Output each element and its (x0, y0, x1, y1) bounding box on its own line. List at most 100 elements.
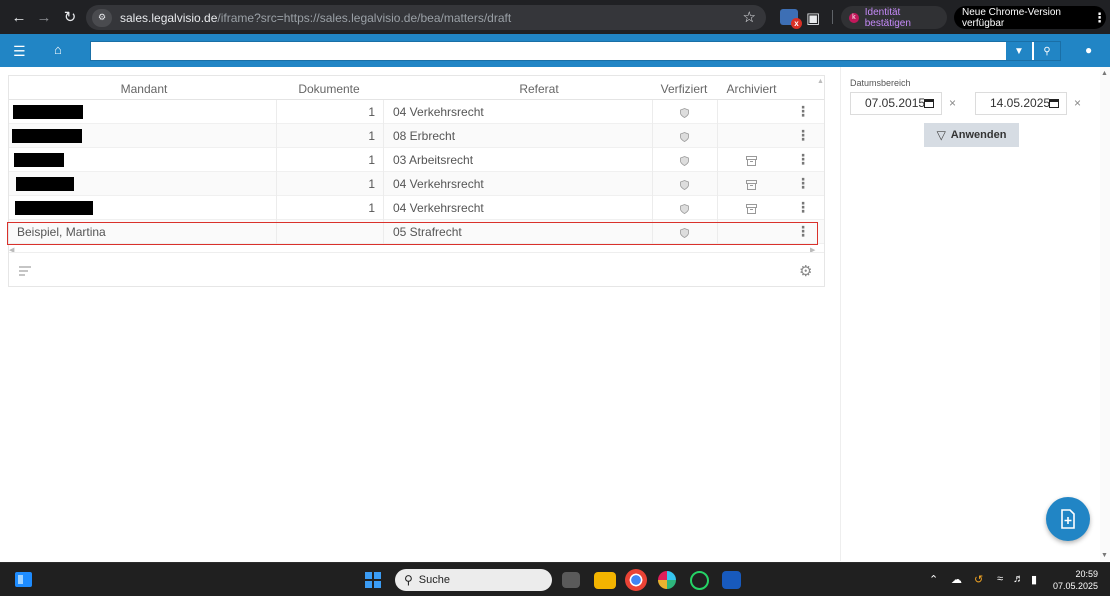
whatsapp-icon[interactable] (690, 571, 709, 590)
user-icon[interactable]: ● (1085, 43, 1092, 57)
sync-icon[interactable]: ↺ (974, 573, 983, 586)
profile-icon: k (849, 12, 859, 23)
search-input[interactable] (91, 42, 1005, 60)
matters-table: Mandant Dokumente Referat Verfiziert Arc… (8, 75, 825, 287)
column-divider (652, 148, 653, 172)
task-view-icon[interactable] (562, 572, 580, 588)
table-row[interactable]: 1 04 Verkehrsrecht ⋮ (9, 100, 824, 124)
column-divider (717, 100, 718, 124)
scroll-up-icon[interactable]: ▲ (1101, 70, 1108, 77)
chrome-icon[interactable] (625, 569, 647, 591)
apply-filter-button[interactable]: ▽ Anwenden (924, 123, 1019, 147)
clock-time: 20:59 (1075, 569, 1098, 579)
settings-gear-icon[interactable]: ⚙ (799, 262, 812, 280)
start-icon[interactable] (365, 572, 381, 588)
verified-shield-icon (680, 131, 689, 142)
cell-referat: 03 Arbeitsrecht (393, 153, 474, 167)
scroll-up-arrow-icon[interactable]: ▲ (817, 78, 824, 85)
redacted-mandant (14, 153, 64, 167)
browser-toolbar: ← → ↻ ⚙ sales.legalvisio.de/iframe?src=h… (0, 0, 1110, 34)
search-icon[interactable]: ⚲ (1033, 42, 1060, 60)
column-header-dokumente[interactable]: Dokumente (279, 82, 379, 96)
calendar-icon[interactable] (924, 99, 934, 108)
archive-icon (746, 203, 757, 214)
row-actions-icon[interactable]: ⋮ (796, 100, 810, 124)
verified-shield-icon (680, 179, 689, 190)
column-divider (717, 124, 718, 148)
file-explorer-icon[interactable] (594, 572, 616, 589)
row-actions-icon[interactable]: ⋮ (796, 172, 810, 196)
new-document-icon (1061, 509, 1075, 529)
word-icon[interactable] (722, 571, 741, 589)
taskbar-search-label: Suche (418, 574, 450, 586)
tray-chevron-icon[interactable]: ⌃ (929, 573, 938, 586)
global-search: ▼ ⚲ (90, 41, 1061, 61)
column-divider (717, 172, 718, 196)
archive-icon (746, 179, 757, 190)
cell-dokumente: 1 (368, 153, 375, 167)
page-scrollbar[interactable]: ▲ ▼ (1100, 67, 1110, 561)
back-icon[interactable]: ← (5, 3, 33, 31)
more-vert-icon: ⋮ (1093, 9, 1106, 25)
identity-button[interactable]: k Identität bestätigen (841, 6, 947, 29)
archive-icon (746, 155, 757, 166)
cell-referat: 04 Verkehrsrecht (393, 201, 484, 215)
url-host: sales.legalvisio.de (120, 10, 218, 25)
date-from-input[interactable]: 07.05.2015 (850, 92, 942, 115)
row-actions-icon[interactable]: ⋮ (796, 148, 810, 172)
slack-icon[interactable] (658, 571, 676, 589)
new-document-button[interactable] (1046, 497, 1090, 541)
table-row[interactable]: 1 08 Erbrecht ⋮ (9, 124, 824, 148)
column-header-verfiziert[interactable]: Verfiziert (659, 82, 709, 96)
taskbar-search[interactable]: ⚲ Suche (395, 569, 552, 591)
battery-icon[interactable]: ▮ (1031, 573, 1037, 586)
date-from-value: 07.05.2015 (865, 96, 926, 110)
date-to-input[interactable]: 14.05.2025 (975, 92, 1067, 115)
cell-referat: 04 Verkehrsrecht (393, 177, 484, 191)
windows-taskbar: ⚲ Suche ⌃ ☁ ↺ ≈ ♬ ▮ 20:59 07.05.2025 (0, 562, 1110, 596)
column-header-mandant[interactable]: Mandant (69, 82, 219, 96)
widgets-icon[interactable] (15, 572, 32, 587)
scroll-down-icon[interactable]: ▼ (1101, 552, 1108, 559)
column-divider (383, 100, 384, 124)
redacted-mandant (13, 105, 83, 119)
url-path: /iframe?src=https://sales.legalvisio.de/… (217, 10, 512, 25)
column-divider (652, 100, 653, 124)
clear-date-to-icon[interactable]: × (1074, 96, 1081, 110)
hamburger-menu-icon[interactable]: ☰ (13, 43, 26, 60)
app-header: ☰ ⌂ ▼ ⚲ ● (0, 34, 1110, 67)
extension-icon[interactable]: x (780, 9, 802, 29)
row-actions-icon[interactable]: ⋮ (796, 124, 810, 148)
site-info-icon[interactable]: ⚙ (92, 8, 112, 27)
calendar-icon[interactable] (1049, 99, 1059, 108)
onedrive-icon[interactable]: ☁ (951, 573, 962, 586)
clear-date-from-icon[interactable]: × (949, 96, 956, 110)
table-row[interactable]: 1 03 Arbeitsrecht ⋮ (9, 148, 824, 172)
filter-icon[interactable]: ▼ (1005, 42, 1032, 60)
update-label: Neue Chrome-Version verfügbar (962, 6, 1061, 29)
table-row[interactable]: 1 04 Verkehrsrecht ⋮ (9, 196, 824, 220)
column-divider (383, 172, 384, 196)
column-header-archiviert[interactable]: Archiviert (724, 82, 779, 96)
wifi-icon[interactable]: ≈ (997, 573, 1003, 585)
system-clock[interactable]: 20:59 07.05.2025 (1052, 568, 1098, 592)
reload-icon[interactable]: ↻ (56, 3, 84, 31)
column-divider (383, 196, 384, 220)
column-divider (717, 196, 718, 220)
volume-icon[interactable]: ♬ (1013, 573, 1024, 585)
cell-dokumente: 1 (368, 129, 375, 143)
home-icon[interactable]: ⌂ (54, 42, 62, 57)
row-actions-icon[interactable]: ⋮ (796, 196, 810, 220)
column-chooser-icon[interactable] (19, 266, 31, 278)
cell-dokumente: 1 (368, 201, 375, 215)
column-header-referat[interactable]: Referat (429, 82, 649, 96)
table-row[interactable]: 1 04 Verkehrsrecht ⋮ (9, 172, 824, 196)
bookmark-star-icon[interactable]: ☆ (743, 8, 756, 26)
address-bar[interactable]: ⚙ sales.legalvisio.de/iframe?src=https:/… (86, 5, 766, 30)
extensions-puzzle-icon[interactable]: ▣ (806, 9, 824, 27)
url-text[interactable]: sales.legalvisio.de/iframe?src=https://s… (120, 11, 511, 25)
extension-error-badge: x (791, 18, 802, 29)
cell-referat: 08 Erbrecht (393, 129, 456, 143)
forward-icon[interactable]: → (30, 3, 58, 31)
chrome-update-button[interactable]: Neue Chrome-Version verfügbar ⋮ (954, 6, 1106, 29)
